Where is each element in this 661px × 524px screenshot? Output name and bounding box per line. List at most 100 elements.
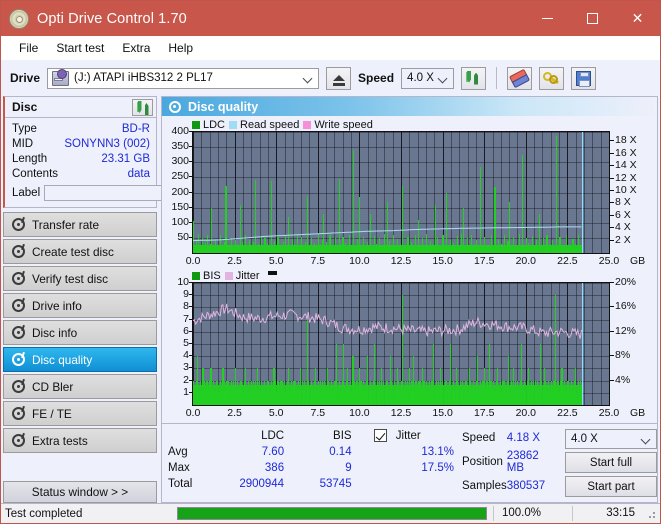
save-icon [576, 70, 592, 87]
close-button[interactable]: ✕ [615, 1, 660, 36]
x-tick-label: 20.0 [515, 255, 537, 267]
run-info-row-position: Position 23862 MB [462, 450, 559, 476]
toolbar-separator [496, 67, 498, 89]
speed-select-value: 4.0 X [407, 72, 434, 84]
y-tick-label: 350 [171, 140, 189, 153]
disc-test-icon [12, 299, 25, 312]
menu-item-help[interactable]: Help [159, 39, 202, 57]
erase-button[interactable] [507, 66, 533, 90]
drive-select[interactable]: (J:) ATAPI iHBS312 2 PL17 [47, 67, 320, 89]
stats-ldc-value: 386 [264, 461, 285, 474]
y2-tick-label: 16% [615, 300, 637, 313]
legend-label: Jitter [235, 269, 260, 282]
status-window-button[interactable]: Status window > > [3, 481, 157, 503]
chart-cursor [581, 283, 583, 405]
x-tick-label: 10.0 [349, 255, 370, 267]
sidebar-item-extra-tests[interactable]: Extra tests [3, 428, 157, 453]
table-row: Max 386 9 17.5% [162, 460, 462, 476]
window-title: Opti Drive Control 1.70 [37, 10, 187, 27]
sidebar-item-label: Disc info [32, 325, 78, 340]
menu-item-extra[interactable]: Extra [113, 39, 159, 57]
y2-tick-label: 4% [615, 373, 631, 386]
app-body: Disc Type BD-R MID SONYNN3 (002) Length … [1, 96, 660, 503]
y-tick-label: 150 [171, 200, 189, 213]
x-tick-label: 10.0 [349, 407, 370, 419]
refresh-button[interactable] [461, 66, 487, 90]
sidebar-item-verify-test-disc[interactable]: Verify test disc [3, 266, 157, 291]
eject-icon [332, 75, 345, 86]
start-part-button[interactable]: Start part [565, 476, 657, 497]
disc-row-length: Length 23.31 GB [12, 151, 150, 166]
x-axis-unit: GB [630, 255, 646, 267]
disc-label-key: Label [12, 186, 41, 199]
disc-row-value: data [127, 167, 150, 180]
menu-item-file[interactable]: File [10, 39, 47, 57]
app-window: Opti Drive Control 1.70 ✕ File Start tes… [0, 0, 661, 524]
stats-row-label: Total [168, 477, 193, 490]
sidebar-item-disc-info[interactable]: Disc info [3, 320, 157, 345]
legend-label: Read speed [240, 118, 300, 131]
elapsed-time: 33:15 [572, 506, 645, 521]
start-full-button[interactable]: Start full [565, 452, 657, 473]
ldc-y-axis: 50 100 150 200 250 300 350 400 [162, 125, 192, 254]
menu-item-start-test[interactable]: Start test [47, 39, 113, 57]
speed-select[interactable]: 4.0 X [401, 67, 455, 89]
disc-test-icon [12, 353, 25, 366]
ldc-chart: LDC Read speed Write speed 50 100 150 200 25… [162, 118, 657, 269]
x-tick-label: 25.0 [598, 255, 620, 267]
disc-properties: Type BD-R MID SONYNN3 (002) Length 23.31… [5, 118, 251, 207]
sidebar-item-label: Verify test disc [32, 271, 109, 286]
ldc-y2-axis: 2 X4 X6 X8 X 10 X 12 X 14 X 16 X 18 X [610, 131, 650, 254]
x-tick-label: 22.5 [557, 255, 578, 267]
legend-swatch [192, 120, 200, 129]
stats-ldc-value: 7.60 [261, 445, 285, 458]
legend-item-jitter: Jitter [224, 269, 260, 282]
sidebar-item-label: Extra tests [32, 433, 88, 448]
sidebar-item-drive-info[interactable]: Drive info [3, 293, 157, 318]
disc-icon [9, 8, 29, 29]
legend-label: Write speed [314, 118, 373, 131]
minimize-button[interactable] [525, 1, 570, 36]
x-tick-label: 25.0 [598, 407, 620, 419]
close-icon: ✕ [631, 10, 644, 26]
y-tick-label: 10 [177, 276, 189, 288]
speed-label: Speed [358, 71, 395, 85]
x-tick-label: 0.0 [185, 255, 201, 267]
sidebar-item-cd-bler[interactable]: CD Bler [3, 374, 157, 399]
y-tick-label: 300 [171, 155, 189, 168]
sidebar-item-create-test-disc[interactable]: Create test disc [3, 239, 157, 264]
jitter-checkbox-cell[interactable]: Jitter [352, 428, 462, 444]
drive-label: Drive [10, 71, 41, 85]
sidebar: Disc Type BD-R MID SONYNN3 (002) Length … [1, 96, 251, 503]
resize-grip[interactable] [645, 508, 657, 520]
key-button[interactable] [539, 66, 565, 90]
eject-button[interactable] [326, 66, 352, 90]
jitter-checkbox[interactable] [373, 429, 387, 442]
bis-chart: BIS Jitter 1 2 3 4 5 6 7 8 9 10 4% 8% 12% 16% 20% 0. [162, 269, 657, 421]
x-tick-label: 17.5 [473, 407, 495, 419]
chevron-down-icon [304, 74, 312, 82]
disc-row-type: Type BD-R [12, 121, 150, 136]
disc-test-icon [12, 326, 25, 339]
sidebar-nav: Transfer rate Create test disc Verify te… [3, 212, 159, 453]
eraser-icon [508, 68, 531, 88]
ldc-x-axis: 0.0 2.5 5.0 7.5 10.0 12.5 15.0 17.5 20.0 22.5 25.0… [186, 254, 657, 269]
read-speed-series [193, 226, 582, 242]
x-tick-label: 7.5 [310, 255, 326, 267]
x-tick-label: 5.0 [268, 407, 284, 419]
disc-refresh-button[interactable] [132, 98, 153, 116]
x-tick-label: 22.5 [557, 407, 578, 419]
main-panel: Disc quality LDC Read speed Write speed … [161, 96, 658, 503]
save-button[interactable] [571, 66, 597, 90]
test-speed-select[interactable]: 4.0 X [565, 429, 657, 449]
y2-tick-label: 12% [615, 324, 637, 337]
y2-tick-label: 8% [615, 349, 631, 362]
x-tick-label: 2.5 [227, 255, 242, 267]
ldc-plot-row: 50 100 150 200 250 300 350 400 2 X4 X6 X8 X 10 X… [162, 125, 657, 254]
disc-row-value: SONYNN3 (002) [64, 137, 150, 150]
sidebar-item-fe-te[interactable]: FE / TE [3, 401, 157, 426]
maximize-button[interactable] [570, 1, 615, 36]
bis-y2-axis: 4% 8% 12% 16% 20% [610, 276, 650, 406]
sidebar-item-transfer-rate[interactable]: Transfer rate [3, 212, 157, 237]
sidebar-item-disc-quality[interactable]: Disc quality [3, 347, 157, 372]
